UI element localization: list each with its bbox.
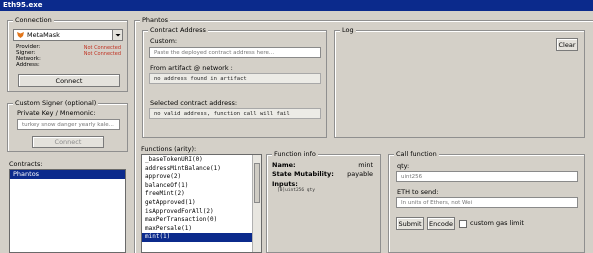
- artifact-address-value: no address found in artifact: [149, 73, 321, 84]
- private-key-label: Private Key / Mnemonic:: [17, 109, 96, 117]
- address-label: Address:: [16, 62, 40, 68]
- qty-input[interactable]: uint256: [396, 171, 578, 182]
- chevron-down-icon[interactable]: [112, 30, 122, 40]
- encode-button[interactable]: Encode: [427, 217, 455, 230]
- eth-to-send-label: ETH to send:: [397, 188, 439, 196]
- function-name-label: Name:: [272, 161, 296, 169]
- function-item[interactable]: getApproved(1): [142, 199, 253, 208]
- contract-item-phantos[interactable]: Phantos: [10, 170, 125, 179]
- window-title: Eth95.exe: [0, 0, 593, 11]
- artifact-address-label: From artifact @ network :: [150, 64, 233, 72]
- function-item[interactable]: approve(2): [142, 173, 253, 182]
- call-function-group: Call function qty: uint256 ETH to send: …: [388, 150, 585, 253]
- state-mutability-value: payable: [347, 170, 373, 178]
- state-mutability-label: State Mutability:: [272, 170, 334, 178]
- selected-address-value: no valid address, function call will fai…: [149, 108, 321, 119]
- function-item[interactable]: maxPerTransaction(0): [142, 216, 253, 225]
- contracts-label: Contracts:: [9, 160, 43, 168]
- contracts-list[interactable]: Phantos: [9, 169, 126, 253]
- contract-address-group: Contract Address Custom: Paste the deplo…: [142, 26, 327, 138]
- clear-log-button[interactable]: Clear: [556, 38, 578, 51]
- metamask-fox-icon: [17, 32, 24, 38]
- wallet-select-value: MetaMask: [27, 31, 60, 39]
- signer-status: Not Connected: [83, 51, 121, 57]
- custom-address-label: Custom:: [150, 37, 178, 45]
- connection-group: Connection MetaMask Provider: Not Connec…: [7, 16, 128, 92]
- function-item[interactable]: isApprovedForAll(2): [142, 208, 253, 217]
- custom-signer-group: Custom Signer (optional) Private Key / M…: [7, 99, 128, 152]
- function-items: _baseTokenURI(0) addressMintBalance(1) app…: [142, 156, 253, 242]
- functions-list[interactable]: _baseTokenURI(0) addressMintBalance(1) app…: [141, 154, 262, 253]
- connect-button[interactable]: Connect: [18, 74, 120, 87]
- functions-scrollbar[interactable]: [252, 155, 261, 252]
- qty-label: qty:: [397, 162, 410, 170]
- private-key-input[interactable]: turkey snow danger yearly kale...: [17, 119, 120, 130]
- custom-gas-label: custom gas limit: [470, 219, 524, 227]
- inputs-value: [0]uint256 qty: [277, 188, 315, 193]
- inputs-label: Inputs:: [272, 180, 298, 188]
- custom-gas-checkbox[interactable]: [459, 220, 467, 228]
- connection-label: Connection: [13, 16, 54, 25]
- function-item[interactable]: balanceOf(1): [142, 182, 253, 191]
- functions-label: Functions (arity):: [141, 145, 197, 153]
- scrollbar-thumb[interactable]: [254, 163, 260, 203]
- eth-to-send-input[interactable]: In units of Ethers, not Wei: [396, 197, 578, 208]
- function-item[interactable]: freeMint(2): [142, 190, 253, 199]
- custom-address-input[interactable]: Paste the deployed contract address here…: [149, 47, 321, 58]
- contract-address-label: Contract Address: [148, 26, 208, 35]
- wallet-select[interactable]: MetaMask: [13, 29, 123, 41]
- function-item[interactable]: addressMintBalance(1): [142, 165, 253, 174]
- function-info-group: Function info Name: mint State Mutabilit…: [266, 150, 381, 253]
- signer-connect-button[interactable]: Connect: [32, 136, 104, 148]
- phantos-label: Phantos: [140, 16, 171, 25]
- call-function-label: Call function: [394, 150, 439, 159]
- function-info-label: Function info: [272, 150, 318, 159]
- selected-address-label: Selected contract address:: [150, 99, 238, 107]
- log-group: Log Clear: [334, 26, 585, 138]
- log-label: Log: [340, 26, 356, 35]
- function-item[interactable]: maxPersale(1): [142, 225, 253, 234]
- function-item[interactable]: mint(1): [142, 233, 253, 242]
- submit-button[interactable]: Submit: [396, 217, 424, 230]
- function-item[interactable]: _baseTokenURI(0): [142, 156, 253, 165]
- custom-signer-label: Custom Signer (optional): [13, 99, 99, 108]
- function-name-value: mint: [358, 161, 373, 169]
